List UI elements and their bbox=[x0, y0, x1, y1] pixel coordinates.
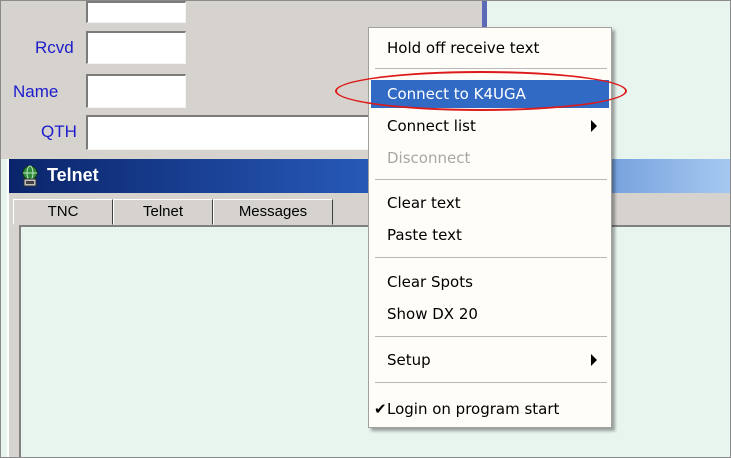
menu-separator bbox=[375, 179, 607, 180]
menu-item-label: Disconnect bbox=[387, 149, 471, 167]
tab-telnet[interactable]: Telnet bbox=[113, 199, 213, 225]
menu-item-clear-text[interactable]: Clear text bbox=[371, 189, 609, 217]
menu-item-setup[interactable]: Setup bbox=[371, 346, 609, 374]
menu-separator bbox=[375, 382, 607, 383]
screenshot-frame: Rcvd Name QTH Telnet TNC Telnet Messages… bbox=[0, 0, 731, 458]
tab-tnc[interactable]: TNC bbox=[13, 199, 113, 225]
menu-item-disconnect: Disconnect bbox=[371, 144, 609, 172]
menu-item-label: Clear Spots bbox=[387, 273, 473, 291]
submenu-arrow-icon bbox=[591, 354, 597, 366]
menu-item-label: Paste text bbox=[387, 226, 462, 244]
qth-label: QTH bbox=[41, 122, 77, 141]
rcvd-label: Rcvd bbox=[35, 38, 74, 57]
menu-item-hold-off-receive-text[interactable]: Hold off receive text bbox=[371, 34, 609, 62]
menu-separator bbox=[375, 68, 607, 69]
tab-messages[interactable]: Messages bbox=[213, 199, 333, 225]
menu-item-label: Login on program start bbox=[387, 400, 560, 418]
rcvd-input[interactable] bbox=[86, 31, 186, 64]
menu-item-clear-spots[interactable]: Clear Spots bbox=[371, 268, 609, 296]
telnet-window-title: Telnet bbox=[47, 165, 99, 185]
name-label: Name bbox=[13, 82, 59, 101]
top-input-field[interactable] bbox=[86, 1, 186, 23]
menu-item-paste-text[interactable]: Paste text bbox=[371, 221, 609, 249]
checkmark-icon: ✔ bbox=[374, 400, 387, 418]
menu-item-label: Setup bbox=[387, 351, 431, 369]
submenu-arrow-icon bbox=[591, 120, 597, 132]
menu-item-label: Clear text bbox=[387, 194, 461, 212]
menu-separator bbox=[375, 336, 607, 337]
menu-separator bbox=[375, 257, 607, 258]
annotation-highlight-oval bbox=[335, 71, 627, 111]
menu-item-label: Hold off receive text bbox=[387, 39, 540, 57]
menu-item-label: Show DX 20 bbox=[387, 305, 478, 323]
name-input[interactable] bbox=[86, 74, 186, 108]
telnet-app-icon bbox=[22, 165, 38, 187]
menu-item-label: Connect list bbox=[387, 117, 476, 135]
menu-item-show-dx-20[interactable]: Show DX 20 bbox=[371, 300, 609, 328]
menu-item-connect-list[interactable]: Connect list bbox=[371, 112, 609, 140]
menu-item-login-on-program-start[interactable]: ✔ Login on program start bbox=[371, 395, 609, 423]
